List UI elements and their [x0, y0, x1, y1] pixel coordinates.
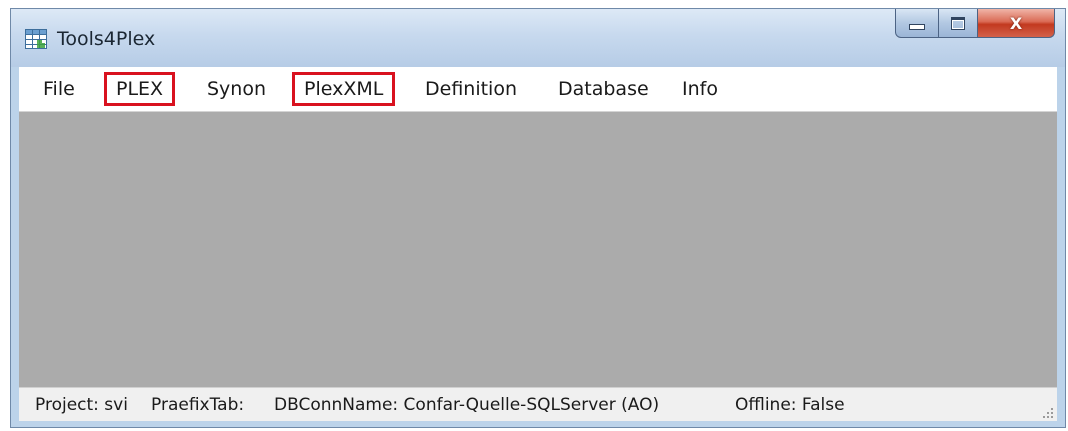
menu-plexxml[interactable]: PlexXML: [292, 72, 396, 106]
table-grid-icon: [25, 29, 47, 49]
minimize-icon: [909, 24, 925, 30]
status-bar: Project: svi PraefixTab: DBConnName: Con…: [19, 387, 1057, 421]
close-button[interactable]: X: [977, 9, 1055, 38]
main-content-area: [19, 112, 1057, 387]
menu-file[interactable]: File: [31, 72, 87, 106]
resize-grip-icon[interactable]: [1041, 406, 1053, 418]
window-title: Tools4Plex: [57, 28, 156, 50]
menu-database[interactable]: Database: [546, 72, 661, 106]
minimize-button[interactable]: [895, 9, 939, 38]
status-praefix-tab: PraefixTab:: [151, 395, 245, 415]
status-offline: Offline: False: [735, 395, 845, 415]
menu-info[interactable]: Info: [670, 72, 730, 106]
status-project: Project: svi: [35, 395, 128, 415]
menu-plex[interactable]: PLEX: [104, 72, 176, 106]
title-bar[interactable]: Tools4Plex X: [11, 9, 1065, 67]
menu-definition[interactable]: Definition: [413, 72, 529, 106]
menu-bar: File PLEX Synon PlexXML Definition Datab…: [19, 67, 1057, 112]
maximize-icon: [951, 16, 965, 30]
status-db-conn-name: DBConnName: Confar-Quelle-SQLServer (AO): [274, 395, 660, 415]
close-icon: X: [1009, 13, 1023, 33]
maximize-button[interactable]: [938, 9, 978, 38]
menu-synon[interactable]: Synon: [195, 72, 278, 106]
app-window: Tools4Plex X File PLEX Synon PlexXML Def…: [10, 8, 1066, 428]
